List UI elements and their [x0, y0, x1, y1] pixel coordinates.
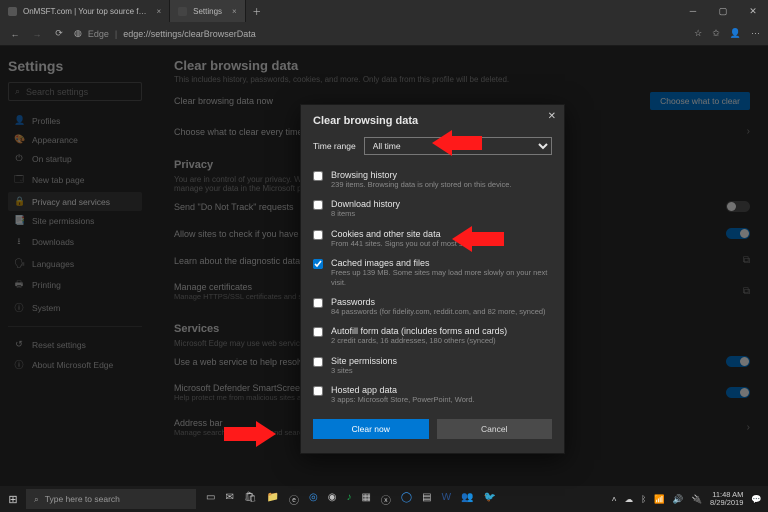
clear-browsing-data-dialog: ✕ Clear browsing data Time range All tim…	[300, 104, 565, 454]
notifications-icon[interactable]: 💬	[751, 494, 762, 505]
volume-icon[interactable]: 🔊	[673, 494, 684, 505]
url-box[interactable]: ◍ Edge | edge://settings/clearBrowserDat…	[74, 28, 686, 39]
checkbox[interactable]	[313, 200, 323, 210]
store-icon[interactable]: 🛍	[244, 492, 257, 507]
url-scheme: Edge	[88, 29, 109, 39]
checkbox[interactable]	[313, 171, 323, 181]
mail-icon[interactable]: ✉	[225, 492, 233, 507]
app-icon[interactable]: ▤	[422, 492, 431, 507]
xbox-icon[interactable]: ⓧ	[381, 492, 391, 507]
close-icon[interactable]: ×	[156, 7, 161, 16]
search-placeholder: Type here to search	[45, 494, 120, 504]
new-tab-button[interactable]: ＋	[246, 0, 268, 22]
word-icon[interactable]: W	[442, 492, 451, 507]
refresh-button[interactable]: ⟳	[52, 28, 66, 39]
checkbox[interactable]	[313, 298, 323, 308]
chrome-icon[interactable]: ◉	[328, 492, 337, 507]
forward-button[interactable]: →	[30, 29, 44, 39]
option-title: Passwords	[331, 297, 546, 307]
clear-option-site-permissions[interactable]: Site permissions3 sites	[313, 351, 552, 380]
favicon	[178, 7, 187, 16]
option-title: Site permissions	[331, 356, 397, 366]
option-title: Cached images and files	[331, 258, 552, 268]
minimize-button[interactable]: ─	[678, 0, 708, 22]
favorite-icon[interactable]: ☆	[694, 28, 702, 39]
clock[interactable]: 11:48 AM 8/29/2019	[710, 491, 743, 508]
browser-window: OnMSFT.com | Your top source f… × Settin…	[0, 0, 768, 512]
tab-label: OnMSFT.com | Your top source f…	[23, 7, 146, 16]
window-controls: ─ ▢ ✕	[678, 0, 768, 22]
tray-up-icon[interactable]: ˄	[612, 494, 617, 504]
power-icon[interactable]: 🔌	[691, 494, 702, 505]
option-title: Autofill form data (includes forms and c…	[331, 326, 507, 336]
wifi-icon[interactable]: 📶	[654, 494, 665, 505]
favorites-icon[interactable]: ✩	[712, 28, 720, 39]
teams-icon[interactable]: 👥	[461, 492, 473, 507]
time-range-label: Time range	[313, 141, 356, 151]
option-title: Browsing history	[331, 170, 512, 180]
option-desc: 2 credit cards, 16 addresses, 180 others…	[331, 336, 507, 345]
cancel-button[interactable]: Cancel	[437, 419, 553, 439]
edge-icon[interactable]: ◎	[309, 492, 318, 507]
tab-label: Settings	[193, 7, 222, 16]
clear-option-hosted-app-data[interactable]: Hosted app data3 apps: Microsoft Store, …	[313, 380, 552, 409]
task-view-icon[interactable]: ▭	[206, 492, 215, 507]
onedrive-icon[interactable]: ☁	[625, 494, 634, 505]
clear-option-cached-images-and-files[interactable]: Cached images and filesFrees up 139 MB. …	[313, 253, 552, 292]
option-desc: 84 passwords (for fidelity.com, reddit.c…	[331, 307, 546, 316]
app-icon[interactable]: ▦	[361, 492, 370, 507]
explorer-icon[interactable]: 📁	[267, 492, 279, 507]
option-desc: From 441 sites. Signs you out of most si…	[331, 239, 476, 248]
clear-option-download-history[interactable]: Download history8 items	[313, 194, 552, 223]
close-icon[interactable]: ✕	[548, 111, 556, 122]
option-desc: 239 items. Browsing data is only stored …	[331, 180, 512, 189]
clear-option-browsing-history[interactable]: Browsing history239 items. Browsing data…	[313, 165, 552, 194]
url-text: edge://settings/clearBrowserData	[123, 29, 256, 39]
titlebar: OnMSFT.com | Your top source f… × Settin…	[0, 0, 768, 22]
checkbox[interactable]	[313, 357, 323, 367]
search-icon: ⌕	[34, 494, 39, 505]
option-title: Cookies and other site data	[331, 229, 476, 239]
option-desc: Frees up 139 MB. Some sites may load mor…	[331, 268, 552, 287]
checkbox[interactable]	[313, 230, 323, 240]
maximize-button[interactable]: ▢	[708, 0, 738, 22]
bluetooth-icon[interactable]: ᛒ	[641, 494, 646, 504]
option-desc: 3 sites	[331, 366, 397, 375]
option-title: Hosted app data	[331, 385, 475, 395]
tab-onmsft[interactable]: OnMSFT.com | Your top source f… ×	[0, 0, 170, 22]
clear-now-button[interactable]: Clear now	[313, 419, 429, 439]
checkbox[interactable]	[313, 327, 323, 337]
tab-settings[interactable]: Settings ×	[170, 0, 246, 22]
favicon	[8, 7, 17, 16]
tweetdeck-icon[interactable]: 🐦	[483, 492, 495, 507]
close-icon[interactable]: ×	[232, 7, 237, 16]
edge-legacy-icon[interactable]: ⓔ	[289, 492, 299, 507]
clear-option-passwords[interactable]: Passwords84 passwords (for fidelity.com,…	[313, 292, 552, 321]
clear-option-autofill-form-data-includes-forms-and-cards-[interactable]: Autofill form data (includes forms and c…	[313, 321, 552, 350]
clear-option-cookies-and-other-site-data[interactable]: Cookies and other site dataFrom 441 site…	[313, 224, 552, 253]
option-title: Download history	[331, 199, 400, 209]
cortana-icon[interactable]: ◯	[401, 492, 412, 507]
option-desc: 8 items	[331, 209, 400, 218]
start-button[interactable]: ⊞	[0, 493, 26, 506]
taskbar-apps: ▭ ✉ 🛍 📁 ⓔ ◎ ◉ ♪ ▦ ⓧ ◯ ▤ W 👥 🐦	[196, 492, 496, 507]
checkbox[interactable]	[313, 259, 323, 269]
dialog-title: Clear browsing data	[313, 115, 552, 127]
back-button[interactable]: ←	[8, 29, 22, 39]
close-button[interactable]: ✕	[738, 0, 768, 22]
windows-taskbar: ⊞ ⌕ Type here to search ▭ ✉ 🛍 📁 ⓔ ◎ ◉ ♪ …	[0, 486, 768, 512]
system-tray: ˄ ☁ ᛒ 📶 🔊 🔌 11:48 AM 8/29/2019 💬	[612, 491, 768, 508]
spotify-icon[interactable]: ♪	[346, 492, 351, 507]
time-range-select[interactable]: All time	[364, 137, 552, 155]
menu-icon[interactable]: ⋯	[751, 28, 760, 39]
checkbox[interactable]	[313, 386, 323, 396]
taskbar-search[interactable]: ⌕ Type here to search	[26, 489, 196, 509]
profile-icon[interactable]: 👤	[730, 28, 741, 39]
scheme-icon: ◍	[74, 28, 82, 39]
address-bar: ← → ⟳ ◍ Edge | edge://settings/clearBrow…	[0, 22, 768, 46]
option-desc: 3 apps: Microsoft Store, PowerPoint, Wor…	[331, 395, 475, 404]
